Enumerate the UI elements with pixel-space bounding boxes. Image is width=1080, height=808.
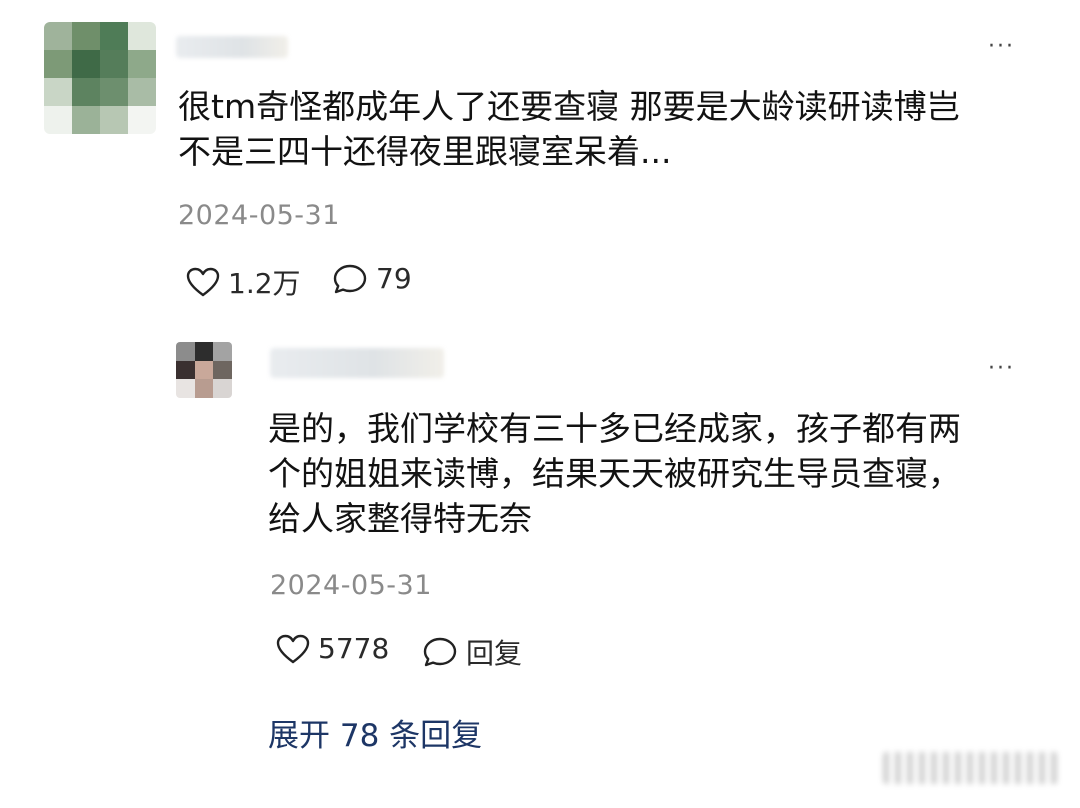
comment-icon bbox=[333, 264, 367, 293]
reply-like-button[interactable]: 5778 bbox=[276, 632, 389, 665]
watermark bbox=[883, 752, 1058, 784]
comment-icon bbox=[423, 637, 457, 667]
heart-icon bbox=[276, 634, 310, 663]
reply-button[interactable]: 回复 bbox=[422, 632, 522, 672]
reply-text-line: 给人家整得特无奈 bbox=[268, 499, 532, 538]
reply-text: 是的，我们学校有三十多已经成家，孩子都有两 个的姐姐来读博，结果天天被研究生导员… bbox=[268, 406, 961, 541]
replier-name[interactable] bbox=[270, 348, 444, 378]
comment-date: 2024-05-31 bbox=[178, 200, 340, 231]
reply-text-line: 个的姐姐来读博，结果天天被研究生导员查寝， bbox=[268, 454, 961, 493]
heart-icon bbox=[186, 267, 220, 297]
like-button[interactable]: 1.2万 bbox=[186, 262, 301, 302]
commenter-avatar[interactable] bbox=[44, 22, 156, 134]
reply-date: 2024-05-31 bbox=[270, 570, 432, 601]
like-count: 1.2万 bbox=[228, 267, 301, 300]
more-icon[interactable]: ··· bbox=[988, 36, 1015, 58]
comment-text-line: 不是三四十还得夜里跟寝室呆着... bbox=[178, 132, 672, 171]
comment-text-line: 很tm奇怪都成年人了还要查寝 那要是大龄读研读博岂 bbox=[178, 87, 960, 126]
reply-text-line: 是的，我们学校有三十多已经成家，孩子都有两 bbox=[268, 409, 961, 448]
expand-replies-link[interactable]: 展开 78 条回复 bbox=[268, 710, 482, 755]
reply-count: 79 bbox=[376, 262, 412, 295]
comment-count-button[interactable]: 79 bbox=[332, 262, 412, 295]
replier-avatar[interactable] bbox=[176, 342, 232, 398]
like-count: 5778 bbox=[318, 632, 390, 665]
more-icon[interactable]: ··· bbox=[988, 358, 1015, 380]
reply-label: 回复 bbox=[466, 637, 523, 670]
comment-text: 很tm奇怪都成年人了还要查寝 那要是大龄读研读博岂 不是三四十还得夜里跟寝室呆着… bbox=[178, 84, 960, 174]
commenter-name[interactable] bbox=[176, 36, 288, 58]
